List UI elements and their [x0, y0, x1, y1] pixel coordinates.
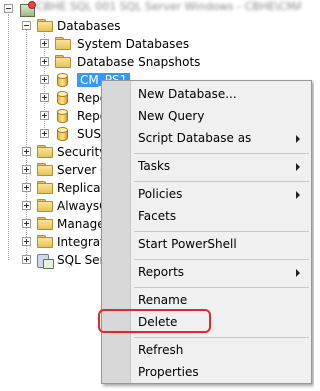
delete-highlight-annotation [98, 309, 211, 333]
tree-node-databases[interactable]: Databases [22, 17, 182, 35]
expand-plus-icon[interactable] [40, 75, 49, 84]
menu-item-label: Properties [138, 365, 199, 379]
menu-item-policies[interactable]: Policies [132, 183, 311, 205]
context-menu-gutter [102, 81, 131, 383]
menu-item-label: Tasks [138, 159, 171, 173]
expand-plus-icon[interactable] [22, 201, 31, 210]
tree-node-database[interactable]: Repo [40, 89, 110, 107]
folder-icon [37, 217, 53, 230]
folder-icon [37, 163, 53, 176]
expand-plus-icon[interactable] [22, 165, 31, 174]
menu-item-new-query[interactable]: New Query [132, 105, 311, 127]
menu-separator [134, 231, 309, 232]
expand-plus-icon[interactable] [22, 219, 31, 228]
menu-item-label: Reports [138, 265, 185, 279]
menu-separator [134, 181, 309, 182]
tree-node-server-objects[interactable]: Server O [22, 161, 110, 179]
database-icon [57, 127, 68, 141]
expand-plus-icon[interactable] [40, 129, 49, 138]
menu-separator [134, 287, 309, 288]
database-icon [57, 73, 68, 87]
folder-icon [37, 145, 53, 158]
tree-node-alwayson[interactable]: AlwaysO [22, 197, 109, 215]
tree-node-integration-services[interactable]: Integrati [22, 233, 108, 251]
tree-node-database[interactable]: Repo [40, 107, 110, 125]
menu-item-facets[interactable]: Facets [132, 205, 311, 227]
tree-node-replication[interactable]: Replicat [22, 179, 106, 197]
expand-plus-icon[interactable] [22, 255, 31, 264]
database-icon [57, 109, 68, 123]
folder-icon [37, 181, 53, 194]
folder-icon [37, 235, 53, 248]
tree-node-label: Database Snapshots [77, 55, 201, 69]
menu-item-refresh[interactable]: Refresh [132, 339, 311, 361]
menu-item-label: Policies [138, 187, 183, 201]
tree-node-label: Databases [57, 19, 121, 33]
submenu-arrow-icon [296, 191, 300, 199]
expand-plus-icon[interactable] [22, 147, 31, 156]
tree-node-label: Manage [57, 217, 105, 231]
tree-line [8, 14, 9, 260]
tree-node-database[interactable]: SUSD [40, 125, 110, 143]
menu-item-label: Start PowerShell [138, 237, 237, 251]
menu-item-script-database-as[interactable]: Script Database as [132, 127, 311, 149]
submenu-arrow-icon [296, 135, 300, 143]
tree-node-label: System Databases [77, 37, 190, 51]
tree-node-sql-server-agent[interactable]: SQL Serv [22, 251, 112, 269]
database-icon [57, 91, 68, 105]
collapse-minus-icon[interactable] [4, 4, 13, 13]
menu-item-label: New Query [138, 109, 205, 123]
tree-node-label: Security [57, 145, 107, 159]
context-menu: New Database... New Query Script Databas… [101, 80, 312, 384]
folder-icon [55, 55, 71, 68]
submenu-arrow-icon [296, 269, 300, 277]
expand-plus-icon[interactable] [40, 93, 49, 102]
sql-agent-icon [37, 252, 54, 269]
menu-item-reports[interactable]: Reports [132, 261, 311, 283]
menu-item-label: Script Database as [138, 131, 252, 145]
menu-item-label: Rename [138, 293, 188, 307]
expand-plus-icon[interactable] [22, 183, 31, 192]
menu-item-new-database[interactable]: New Database... [132, 83, 311, 105]
object-explorer: CBHE SQL 001 SQL Server Windows - CBHE\C… [0, 0, 314, 391]
collapse-minus-icon[interactable] [22, 21, 31, 30]
folder-icon [37, 19, 53, 32]
menu-item-rename[interactable]: Rename [132, 289, 311, 311]
folder-icon [55, 37, 71, 50]
submenu-arrow-icon [296, 163, 300, 171]
expand-plus-icon[interactable] [40, 111, 49, 120]
expand-plus-icon[interactable] [22, 237, 31, 246]
menu-item-tasks[interactable]: Tasks [132, 155, 311, 177]
menu-separator [134, 259, 309, 260]
folder-icon [37, 199, 53, 212]
menu-item-label: Refresh [138, 343, 184, 357]
server-icon [19, 1, 36, 17]
tree-node-system-databases[interactable]: System Databases [40, 35, 240, 53]
tree-node-security[interactable]: Security [22, 143, 106, 161]
menu-item-properties[interactable]: Properties [132, 361, 311, 383]
expand-plus-icon[interactable] [40, 57, 49, 66]
menu-item-start-powershell[interactable]: Start PowerShell [132, 233, 311, 255]
server-title: CBHE SQL 001 SQL Server Windows - CBHE\C… [36, 1, 301, 13]
menu-separator [134, 153, 309, 154]
menu-item-label: New Database... [138, 87, 237, 101]
tree-node-database-snapshots[interactable]: Database Snapshots [40, 53, 240, 71]
expand-plus-icon[interactable] [40, 39, 49, 48]
menu-separator [134, 337, 309, 338]
tree-node-label: Replicat [57, 181, 106, 195]
menu-item-label: Facets [138, 209, 177, 223]
tree-node-management[interactable]: Manage [22, 215, 105, 233]
